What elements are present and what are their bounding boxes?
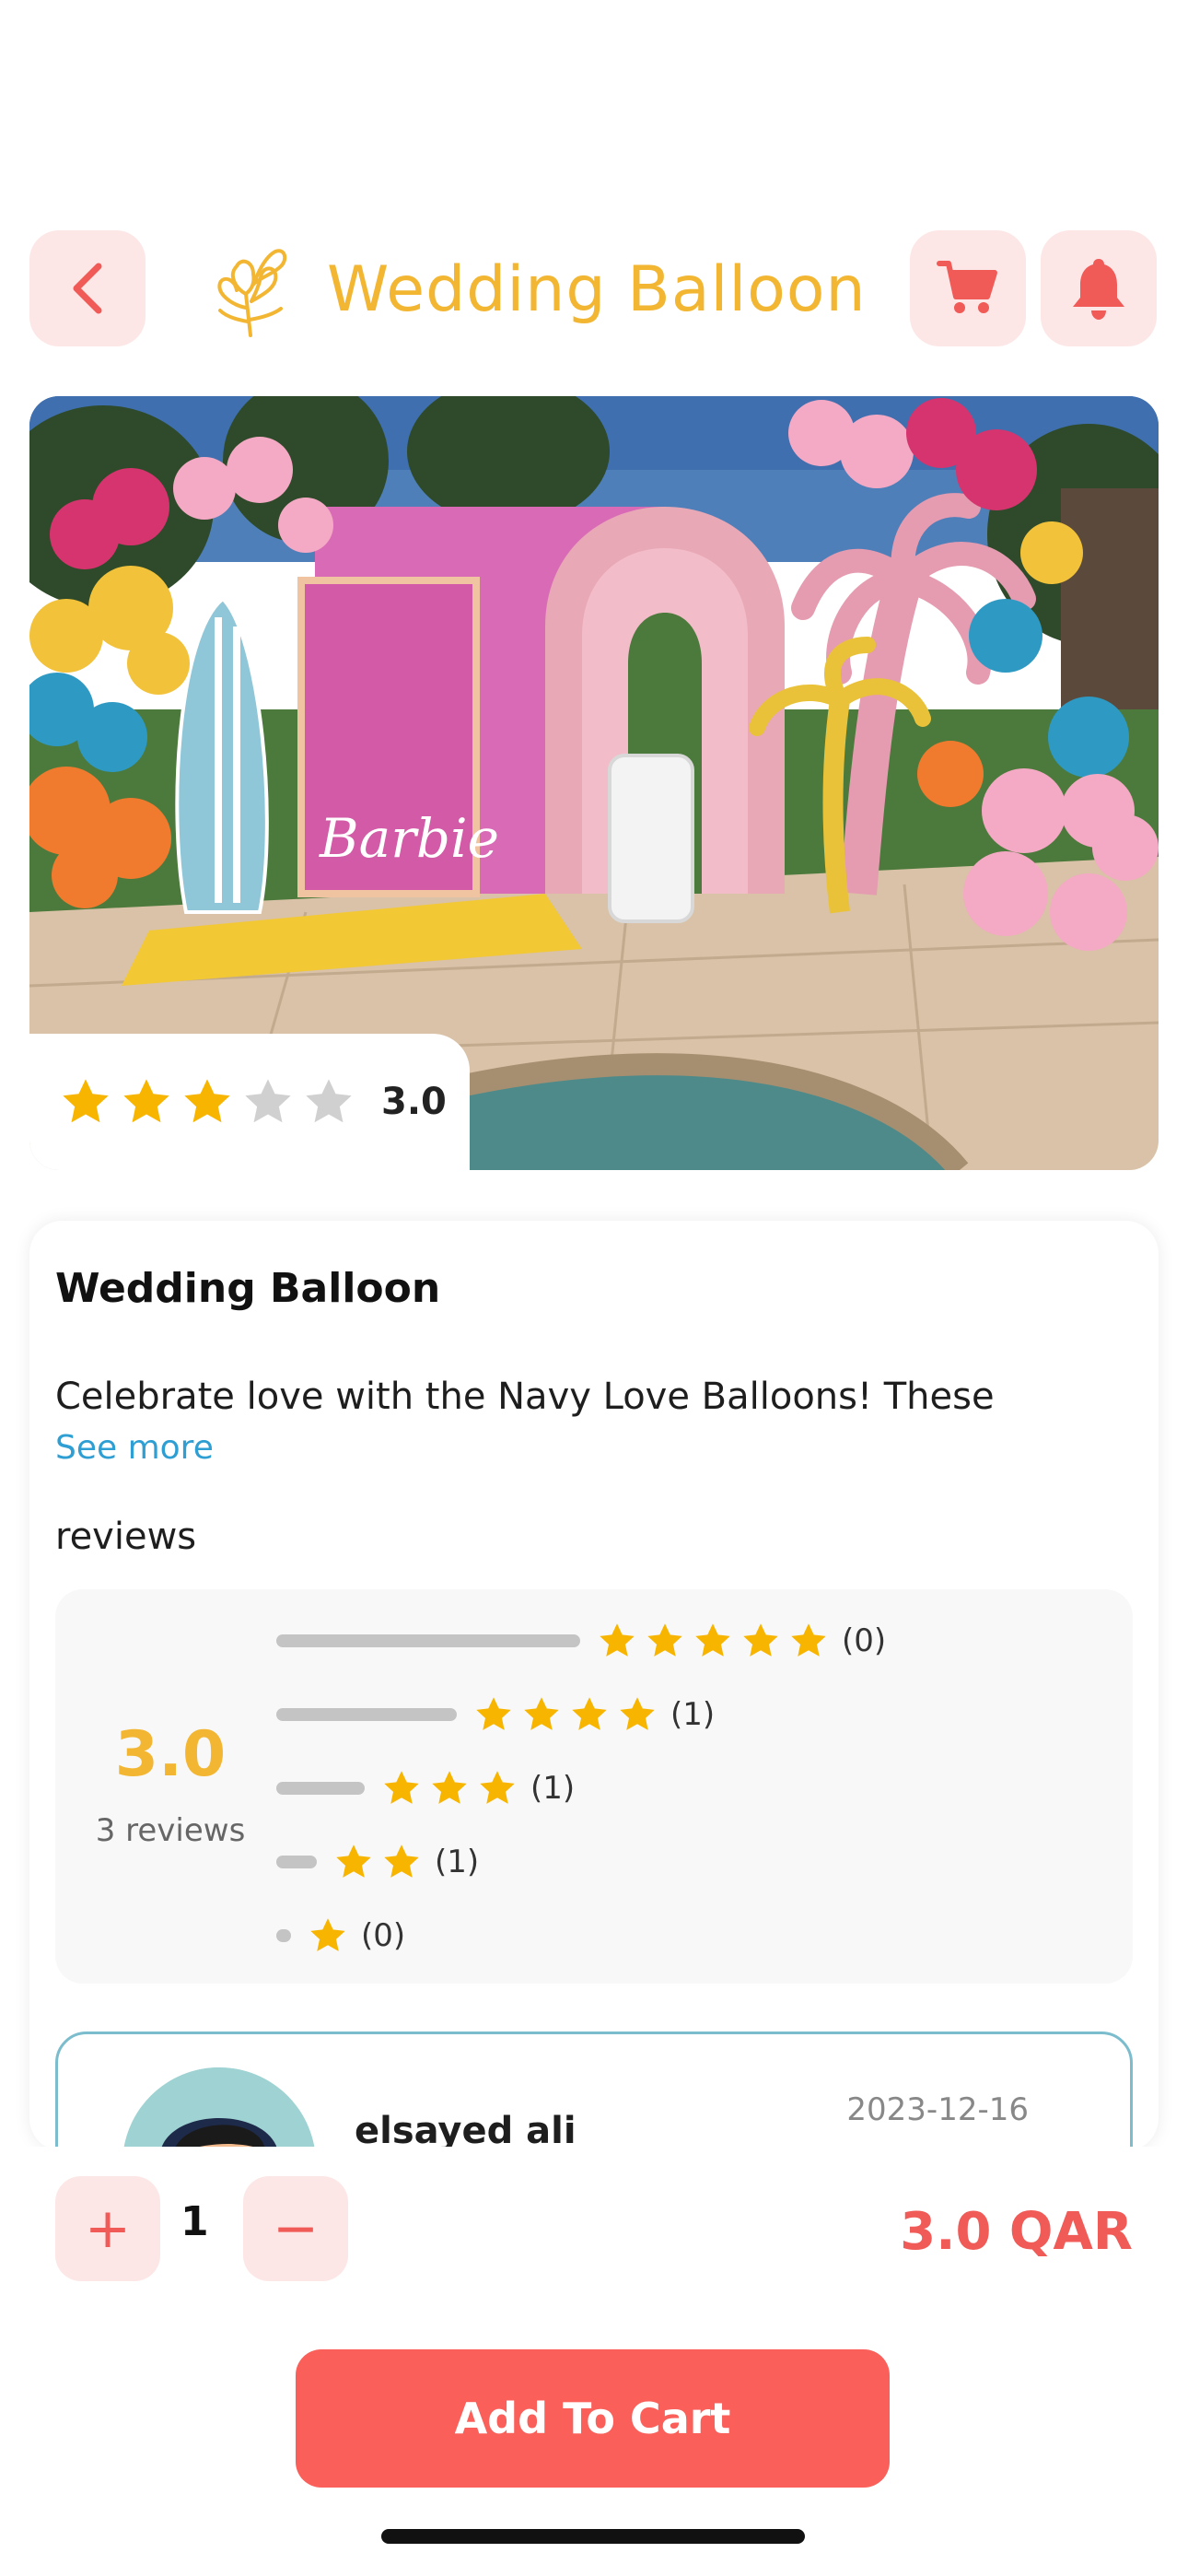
brand: Wedding Balloon: [200, 230, 867, 348]
star-filled-icon: [524, 1697, 559, 1730]
home-indicator[interactable]: [381, 2529, 805, 2544]
rating-bar: [276, 1708, 457, 1721]
price: 3.0 QAR: [900, 2202, 1133, 2262]
rating-row-1-stars: (0): [276, 1910, 405, 1961]
rating-bar: [276, 1634, 580, 1647]
avatar: [122, 2067, 316, 2151]
rating-summary: 3.0 3 reviews (0) (1) (1) (1) (0): [55, 1589, 1133, 1984]
page-title: Wedding Balloon: [327, 252, 867, 326]
decrease-quantity-button[interactable]: −: [243, 2176, 348, 2281]
rating-row-4-stars: (1): [276, 1689, 715, 1740]
star-filled-icon: [63, 1079, 109, 1123]
rating-stars: [308, 1915, 348, 1956]
review-date: 2023-12-16: [846, 2091, 1029, 2128]
rating-row-count: (0): [361, 1917, 406, 1954]
add-to-cart-button[interactable]: Add To Cart: [296, 2349, 890, 2488]
star-filled-icon: [336, 1844, 371, 1878]
rating-value: 3.0: [381, 1081, 447, 1123]
star-filled-icon: [123, 1079, 169, 1123]
star-filled-icon: [695, 1623, 730, 1657]
cart-icon: [937, 261, 997, 313]
rating-row-2-stars: (1): [276, 1836, 479, 1888]
rating-row-count: (1): [435, 1844, 480, 1880]
rating-row-3-stars: (1): [276, 1762, 575, 1814]
star-filled-icon: [384, 1771, 419, 1804]
rating-bar: [276, 1856, 317, 1868]
rating-stars: [597, 1621, 829, 1661]
barbie-sign-text: Barbie: [319, 807, 499, 870]
see-more-link[interactable]: See more: [55, 1429, 214, 1467]
bottom-bar: + 1 − 3.0 QAR Add To Cart: [0, 2147, 1188, 2576]
notifications-button[interactable]: [1041, 230, 1157, 346]
chevron-left-icon: [73, 263, 102, 314]
user-avatar-icon: [122, 2067, 316, 2151]
rating-row-count: (1): [530, 1770, 576, 1807]
product-title: Wedding Balloon: [55, 1265, 441, 1312]
star-filled-icon: [791, 1623, 826, 1657]
flower-bouquet-icon: [217, 249, 287, 337]
average-rating: 3.0: [114, 1718, 227, 1791]
rating-stars: [381, 1768, 518, 1809]
rating-bar: [276, 1929, 291, 1942]
star-empty-icon: [306, 1079, 352, 1123]
rating-chip: 3.0: [29, 1034, 470, 1170]
star-filled-icon: [743, 1623, 778, 1657]
star-empty-icon: [245, 1079, 291, 1123]
reviews-heading: reviews: [55, 1516, 197, 1558]
rating-row-count: (1): [670, 1696, 716, 1733]
star-filled-icon: [480, 1771, 515, 1804]
star-filled-icon: [310, 1918, 345, 1951]
star-filled-icon: [476, 1697, 511, 1730]
product-description: Celebrate love with the Navy Love Balloo…: [55, 1376, 995, 1418]
product-image: Barbie 3.0: [29, 396, 1159, 1170]
star-filled-icon: [572, 1697, 607, 1730]
star-filled-icon: [600, 1623, 635, 1657]
bell-icon: [1073, 259, 1124, 320]
increase-quantity-button[interactable]: +: [55, 2176, 160, 2281]
star-filled-icon: [620, 1697, 655, 1730]
back-button[interactable]: [29, 230, 146, 346]
plus-icon: +: [84, 2196, 132, 2261]
reviewer-name: elsayed ali: [355, 2110, 577, 2151]
rating-stars: [473, 1694, 658, 1735]
rating-stars: [333, 1842, 422, 1882]
star-filled-icon: [184, 1079, 230, 1123]
star-filled-icon: [384, 1844, 419, 1878]
product-details-card: Wedding Balloon Celebrate love with the …: [29, 1221, 1159, 2151]
review-count: 3 reviews: [95, 1812, 246, 1849]
quantity-value: 1: [181, 2198, 209, 2245]
rating-row-count: (0): [842, 1622, 887, 1659]
rating-bar: [276, 1782, 365, 1795]
review-item: elsayed ali 2023-12-16: [55, 2032, 1133, 2151]
star-filled-icon: [647, 1623, 682, 1657]
star-filled-icon: [432, 1771, 467, 1804]
header: Wedding Balloon: [29, 230, 1159, 348]
minus-icon: −: [272, 2196, 320, 2261]
rating-row-5-stars: (0): [276, 1615, 886, 1667]
cart-button[interactable]: [910, 230, 1026, 346]
